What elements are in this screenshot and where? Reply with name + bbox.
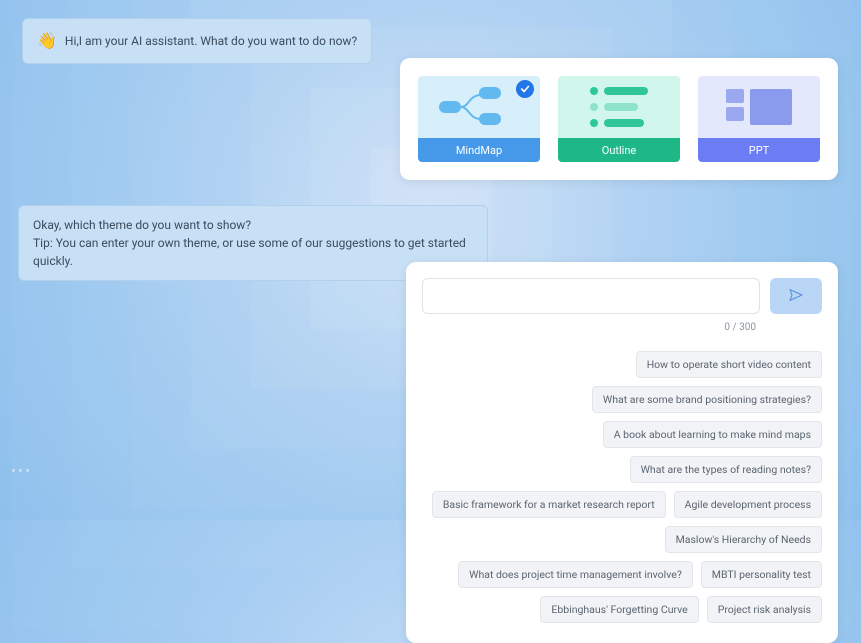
assistant-greeting-bubble: 👋 Hi,I am your AI assistant. What do you… [22, 18, 372, 64]
suggestion-chip[interactable]: A book about learning to make mind maps [603, 421, 822, 448]
suggestion-chip[interactable]: What are the types of reading notes? [630, 456, 822, 483]
suggestion-chip[interactable]: Basic framework for a market research re… [432, 491, 666, 518]
suggestion-chip[interactable]: Project risk analysis [707, 596, 822, 623]
theme-prompt-line1: Okay, which theme do you want to show? [33, 216, 473, 234]
suggestion-chip[interactable]: Agile development process [674, 491, 822, 518]
ppt-preview [698, 76, 820, 138]
suggestion-chip[interactable]: Ebbinghaus' Forgetting Curve [540, 596, 698, 623]
theme-input[interactable] [422, 278, 760, 314]
input-panel: 0 / 300 How to operate short video conte… [406, 262, 838, 643]
suggestion-chip[interactable]: How to operate short video content [636, 351, 822, 378]
option-ppt[interactable]: PPT [698, 76, 820, 162]
char-counter: 0 / 300 [422, 322, 822, 333]
assistant-greeting-text: Hi,I am your AI assistant. What do you w… [65, 32, 357, 50]
theme-prompt-line2: Tip: You can enter your own theme, or us… [33, 234, 473, 270]
suggestion-chip[interactable]: Maslow's Hierarchy of Needs [665, 526, 822, 553]
suggestion-chip[interactable]: MBTI personality test [701, 561, 822, 588]
send-icon [788, 287, 804, 306]
send-button[interactable] [770, 278, 822, 314]
option-mindmap[interactable]: MindMap [418, 76, 540, 162]
wave-icon: 👋 [37, 29, 57, 53]
option-outline-label: Outline [558, 138, 680, 162]
outline-preview [558, 76, 680, 138]
suggestion-chip[interactable]: What does project time management involv… [458, 561, 693, 588]
suggestion-chip[interactable]: What are some brand positioning strategi… [592, 386, 822, 413]
option-outline[interactable]: Outline [558, 76, 680, 162]
option-ppt-label: PPT [698, 138, 820, 162]
decorative-dots [12, 469, 29, 472]
selected-check-icon [516, 80, 534, 98]
suggestions-list: How to operate short video content What a… [422, 351, 822, 623]
format-options-panel: MindMap Outline PPT [400, 58, 838, 180]
option-mindmap-label: MindMap [418, 138, 540, 162]
mindmap-preview [418, 76, 540, 138]
